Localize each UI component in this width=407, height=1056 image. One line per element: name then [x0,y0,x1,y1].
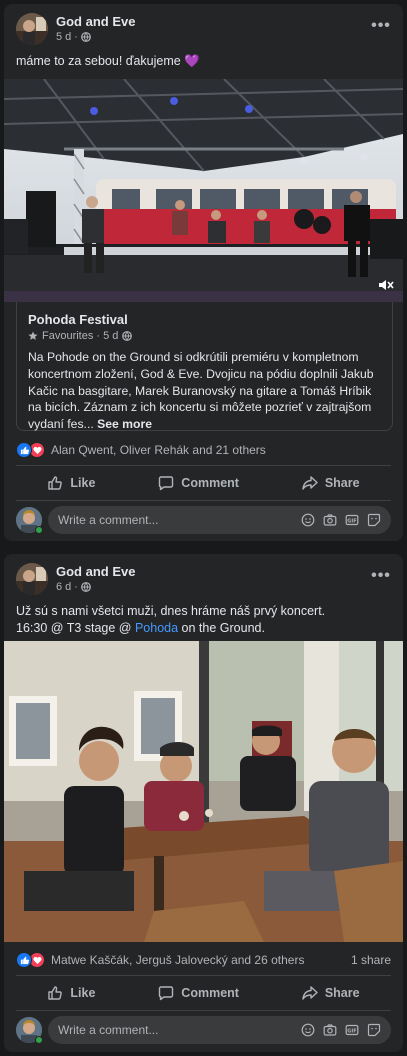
post-time[interactable]: 6 d [56,581,71,593]
post-text: Už sú s nami všetci muži, dnes hráme náš… [16,604,326,635]
shared-post-card[interactable]: Pohoda Festival Favourites · 5 d Na Poho… [16,302,393,431]
gif-icon[interactable]: GIF [345,1023,359,1037]
camera-icon[interactable] [323,513,337,527]
comment-composer: Write a comment... GIF [16,1015,391,1045]
emoji-icon[interactable] [301,1023,315,1037]
post-header: God and Eve 5 d · ••• [4,4,403,48]
reactions-summary[interactable]: Alan Qwent, Oliver Rehák and 21 others [16,440,391,460]
globe-icon [81,32,91,42]
post-time[interactable]: 5 d [56,31,71,43]
post-card: God and Eve 6 d · ••• Už sú s nami všetc… [4,554,403,1052]
divider [16,500,391,501]
camera-icon[interactable] [323,1023,337,1037]
reactions-text[interactable]: Alan Qwent, Oliver Rehák and 21 others [51,443,266,457]
more-options-icon[interactable]: ••• [369,564,393,588]
author-name[interactable]: God and Eve [56,14,135,29]
comment-composer: Write a comment... GIF [16,505,391,535]
share-button[interactable]: Share [288,469,374,497]
comment-input[interactable]: Write a comment... GIF [48,1016,391,1044]
mute-icon[interactable] [377,276,395,294]
share-button[interactable]: Share [288,979,374,1007]
divider [16,1010,391,1011]
comment-icon [159,476,174,491]
more-options-icon[interactable]: ••• [369,14,393,38]
user-avatar[interactable] [16,1017,43,1044]
sticker-icon[interactable] [367,1023,381,1037]
post-meta: 5 d · [56,31,91,43]
comment-icon [159,986,174,1001]
video-thumbnail[interactable] [4,79,403,302]
comment-button[interactable]: Comment [144,469,253,497]
shared-page-name[interactable]: Pohoda Festival [28,312,381,327]
post-text: máme to za sebou! ďakujeme 💜 [16,54,200,68]
shared-post-subtitle: Favourites · 5 d [42,330,119,342]
action-bar: Like Comment Share [16,977,391,1009]
page-avatar[interactable] [16,563,48,595]
page-avatar[interactable] [16,13,48,45]
online-status-dot [35,526,43,534]
like-icon [48,986,63,1000]
like-button[interactable]: Like [33,979,109,1007]
see-more-link[interactable]: See more [97,417,152,431]
divider [16,975,391,976]
like-reaction-icon [16,952,32,968]
globe-icon [81,582,91,592]
shared-post-text: Na Pohode on the Ground si odkrútili pre… [28,350,374,432]
divider [16,465,391,466]
shared-post-meta: Favourites · 5 d [28,330,381,342]
pohoda-link[interactable]: Pohoda [135,621,178,635]
globe-icon [122,331,133,341]
like-button[interactable]: Like [33,469,109,497]
svg-text:GIF: GIF [347,518,356,524]
post-header: God and Eve 6 d · ••• [4,554,403,598]
action-bar: Like Comment Share [16,467,391,499]
post-meta: 6 d · [56,581,91,593]
comment-button[interactable]: Comment [144,979,253,1007]
like-reaction-icon [16,442,32,458]
share-icon [302,986,318,1000]
user-avatar[interactable] [16,507,43,534]
svg-text:GIF: GIF [347,1028,356,1034]
like-icon [48,476,63,490]
share-icon [302,476,318,490]
comment-input[interactable]: Write a comment... GIF [48,506,391,534]
online-status-dot [35,1036,43,1044]
emoji-icon[interactable] [301,513,315,527]
post-photo[interactable] [4,641,403,942]
star-icon [28,331,38,340]
reactions-summary[interactable]: Matwe Kaščák, Jerguš Jalovecký and 26 ot… [16,950,391,970]
gif-icon[interactable]: GIF [345,513,359,527]
sticker-icon[interactable] [367,513,381,527]
reactions-text[interactable]: Matwe Kaščák, Jerguš Jalovecký and 26 ot… [51,953,304,967]
post-card: God and Eve 5 d · ••• máme to za sebou! … [4,4,403,541]
author-name[interactable]: God and Eve [56,564,135,579]
shares-count[interactable]: 1 share [351,953,391,967]
